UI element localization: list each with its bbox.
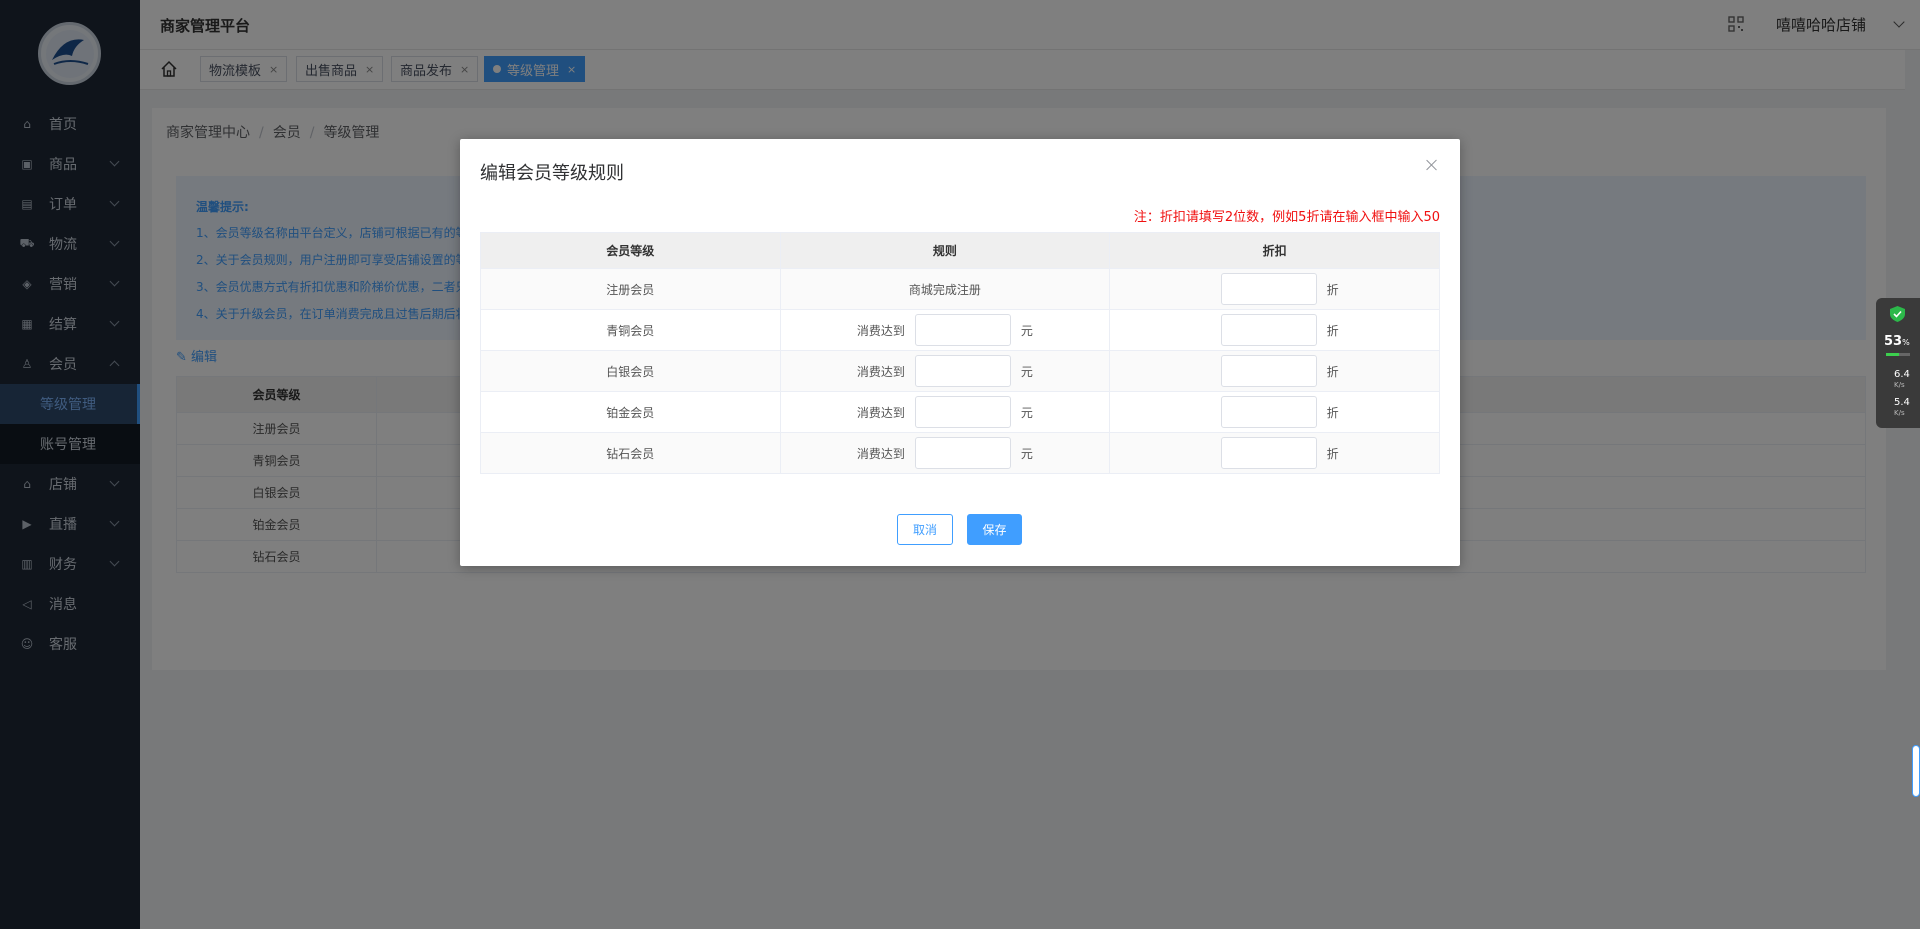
discount-unit: 折 [1326, 446, 1339, 461]
upload-speed: 6.4 K/s [1894, 369, 1910, 390]
discount-unit: 折 [1326, 364, 1339, 379]
shield-check-icon [1890, 306, 1905, 322]
table-row: 注册会员 商城完成注册 折 [480, 268, 1440, 310]
network-speed-widget[interactable]: 53% 6.4 K/s 5.4 K/s [1876, 298, 1920, 428]
memory-percent: 53% [1884, 334, 1910, 349]
currency-unit: 元 [1020, 323, 1033, 338]
rule-text: 商城完成注册 [779, 268, 1111, 310]
discount-input[interactable] [1220, 355, 1317, 387]
table-row: 钻石会员 消费达到 元 折 [480, 432, 1440, 474]
level-name: 白银会员 [480, 350, 781, 392]
discount-input[interactable] [1220, 396, 1317, 428]
memory-bar [1886, 353, 1910, 356]
level-rules-table: 会员等级 规则 折扣 注册会员 商城完成注册 折 青铜会员 消费达到元 折 白银… [480, 232, 1440, 474]
column-header-discount: 折扣 [1109, 232, 1440, 269]
scrollbar-thumb[interactable] [1912, 745, 1920, 797]
level-name: 注册会员 [480, 268, 781, 310]
spend-threshold-input[interactable] [914, 314, 1011, 346]
edit-level-rules-dialog: 编辑会员等级规则 注：折扣请填写2位数，例如5折请在输入框中输入50 会员等级 … [460, 139, 1460, 566]
discount-input[interactable] [1220, 273, 1317, 305]
table-row: 白银会员 消费达到 元 折 [480, 350, 1440, 392]
currency-unit: 元 [1020, 446, 1033, 461]
table-row: 青铜会员 消费达到 元 折 [480, 309, 1440, 351]
cancel-button[interactable]: 取消 [897, 514, 953, 545]
save-button[interactable]: 保存 [967, 514, 1022, 545]
spend-threshold-input[interactable] [914, 355, 1011, 387]
download-speed: 5.4 K/s [1894, 397, 1910, 418]
rule-prefix: 消费达到 [856, 446, 905, 461]
discount-unit: 折 [1326, 323, 1339, 338]
discount-input[interactable] [1220, 437, 1317, 469]
currency-unit: 元 [1020, 364, 1033, 379]
rule-prefix: 消费达到 [856, 364, 905, 379]
discount-input[interactable] [1220, 314, 1317, 346]
level-name: 青铜会员 [480, 309, 781, 351]
level-name: 铂金会员 [480, 391, 781, 433]
rule-prefix: 消费达到 [856, 323, 905, 338]
rule-prefix: 消费达到 [856, 405, 905, 420]
discount-unit: 折 [1326, 282, 1339, 297]
dialog-title: 编辑会员等级规则 [480, 163, 624, 184]
column-header-level: 会员等级 [480, 232, 781, 269]
currency-unit: 元 [1020, 405, 1033, 420]
level-name: 钻石会员 [480, 432, 781, 474]
close-icon[interactable] [1425, 158, 1439, 172]
spend-threshold-input[interactable] [914, 437, 1011, 469]
discount-note: 注：折扣请填写2位数，例如5折请在输入框中输入50 [1133, 210, 1440, 225]
table-row: 铂金会员 消费达到 元 折 [480, 391, 1440, 433]
discount-unit: 折 [1326, 405, 1339, 420]
column-header-rule: 规则 [779, 232, 1111, 269]
spend-threshold-input[interactable] [914, 396, 1011, 428]
